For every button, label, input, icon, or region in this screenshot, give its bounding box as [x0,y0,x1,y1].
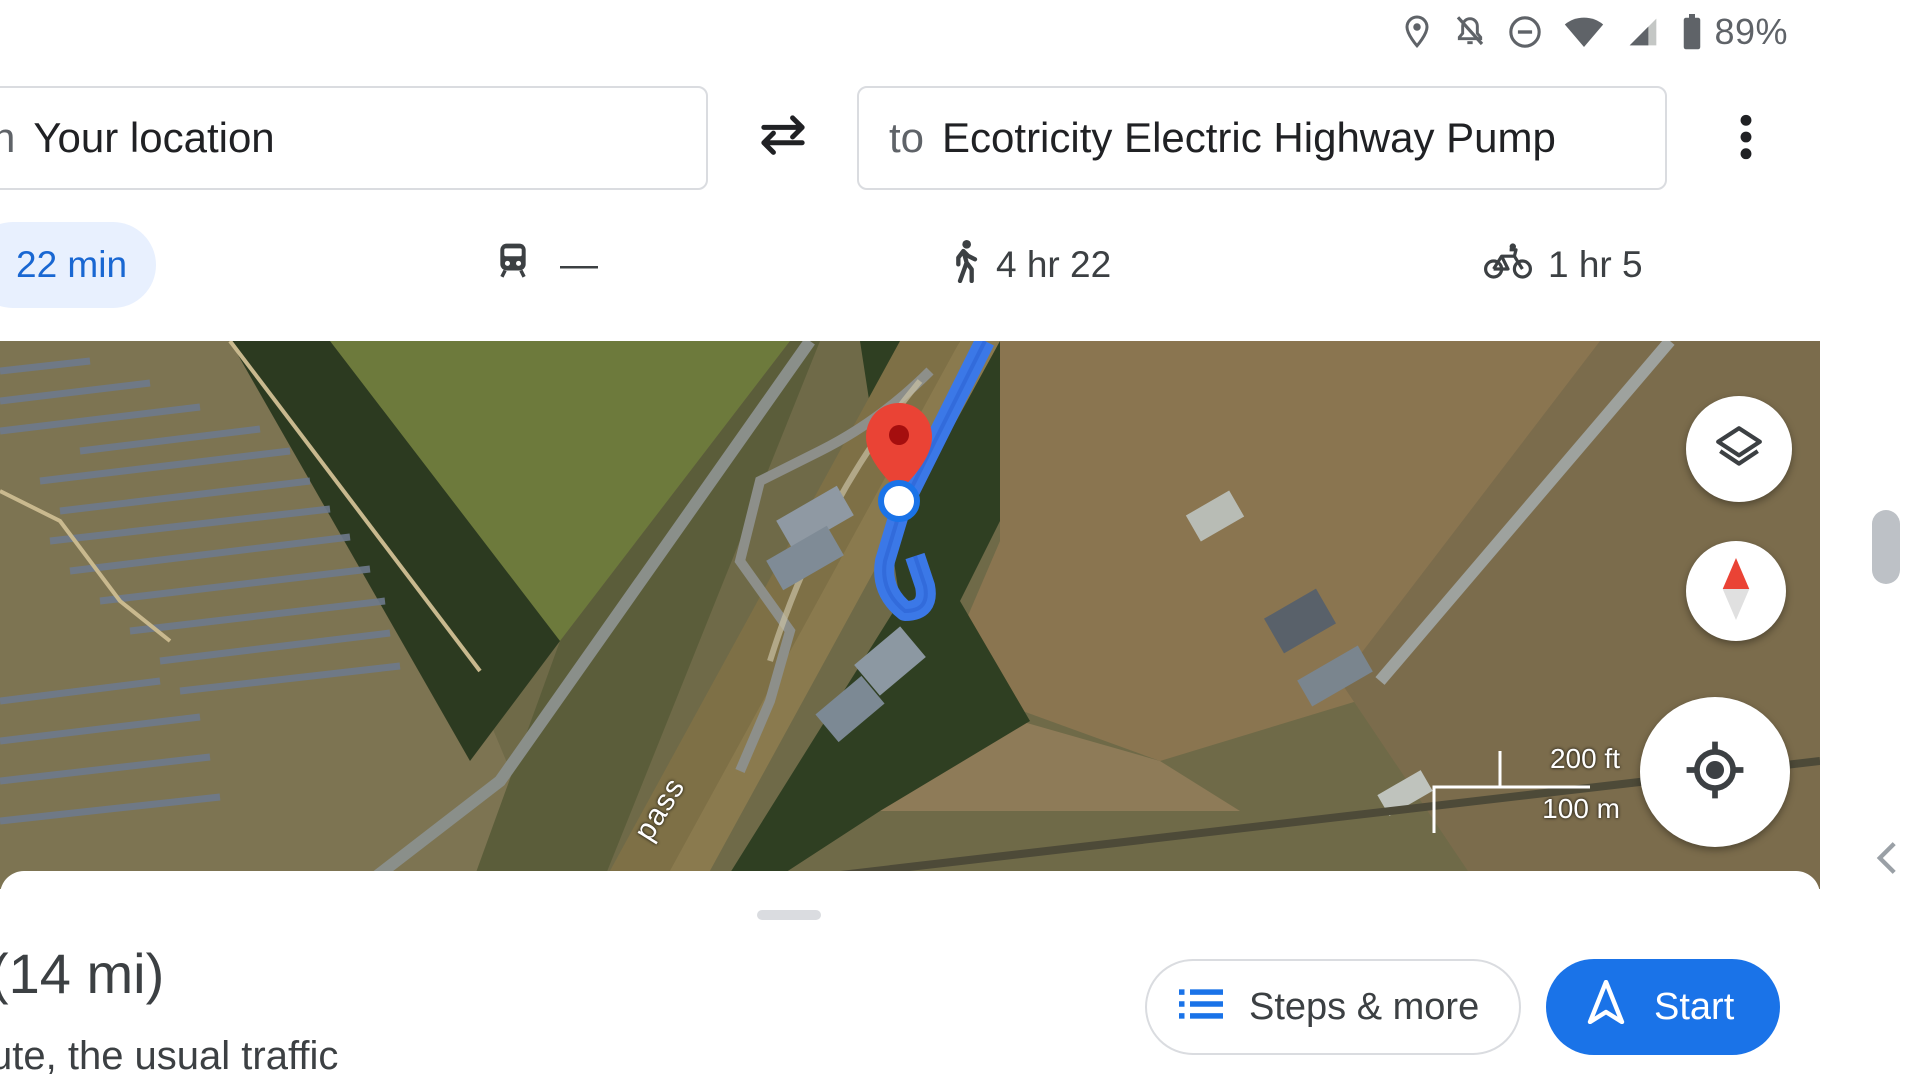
origin-value: Your location [33,114,275,161]
travel-mode-tabs: 22 min — 4 hr 22 1 hr 5 [0,222,1820,308]
sheet-drag-handle[interactable] [757,910,821,920]
more-vert-icon [1739,114,1753,165]
chevron-left-icon[interactable] [1872,840,1902,876]
scale-meters: 100 m [1542,793,1620,824]
walk-icon [950,239,996,292]
route-distance: (14 mi) [0,942,165,1005]
more-options-button[interactable] [1716,104,1776,174]
bike-icon [1484,241,1548,290]
navigation-arrow-icon [1586,979,1654,1034]
destination-field[interactable]: to Ecotricity Electric Highway Pump [857,86,1667,190]
scrollbar-thumb[interactable] [1872,510,1900,584]
notifications-off-icon [1454,14,1486,50]
steps-and-more-button[interactable]: Steps & more [1145,959,1521,1055]
battery-icon [1682,14,1702,50]
compass-icon [1718,557,1754,625]
origin-field[interactable]: n Your location [0,86,708,190]
route-traffic-note: ute, the usual traffic [0,1034,339,1078]
swap-arrows-icon [755,114,811,165]
do-not-disturb-icon [1508,15,1542,49]
status-bar: 89% [0,0,1920,64]
bike-duration: 1 hr 5 [1548,244,1643,285]
list-icon [1179,986,1249,1029]
compass-button[interactable] [1686,541,1786,641]
swap-directions-button[interactable] [748,104,818,174]
destination-value: Ecotricity Electric Highway Pump [942,114,1556,161]
wifi-icon [1564,15,1604,49]
tab-transit[interactable]: — [496,222,598,308]
location-icon [1402,14,1432,50]
train-icon [496,242,546,289]
origin-prefix: n [0,114,15,162]
walk-duration: 4 hr 22 [996,244,1112,285]
battery-percentage: 89% [1714,11,1788,52]
scale-feet: 200 ft [1549,743,1620,774]
destination-prefix: to [889,114,925,161]
scale-bar: 200 ft 100 m [1430,741,1620,837]
tab-drive[interactable]: 22 min [0,222,156,308]
drive-duration: 22 min [16,244,128,285]
start-navigation-button[interactable]: Start [1546,959,1780,1055]
cellular-signal-icon [1626,16,1660,48]
my-location-button[interactable] [1640,697,1790,847]
tab-bike[interactable]: 1 hr 5 [1484,222,1643,308]
transit-duration: — [560,243,598,286]
my-location-icon [1684,739,1746,806]
map-view[interactable]: pass 200 ft 100 m [0,341,1820,889]
steps-label: Steps & more [1249,985,1480,1028]
layers-icon [1714,422,1764,477]
route-summary-sheet[interactable]: (14 mi) ute, the usual traffic Steps & m… [0,871,1820,1080]
tab-walk[interactable]: 4 hr 22 [950,222,1111,308]
start-label: Start [1654,985,1735,1028]
layers-button[interactable] [1686,396,1792,502]
